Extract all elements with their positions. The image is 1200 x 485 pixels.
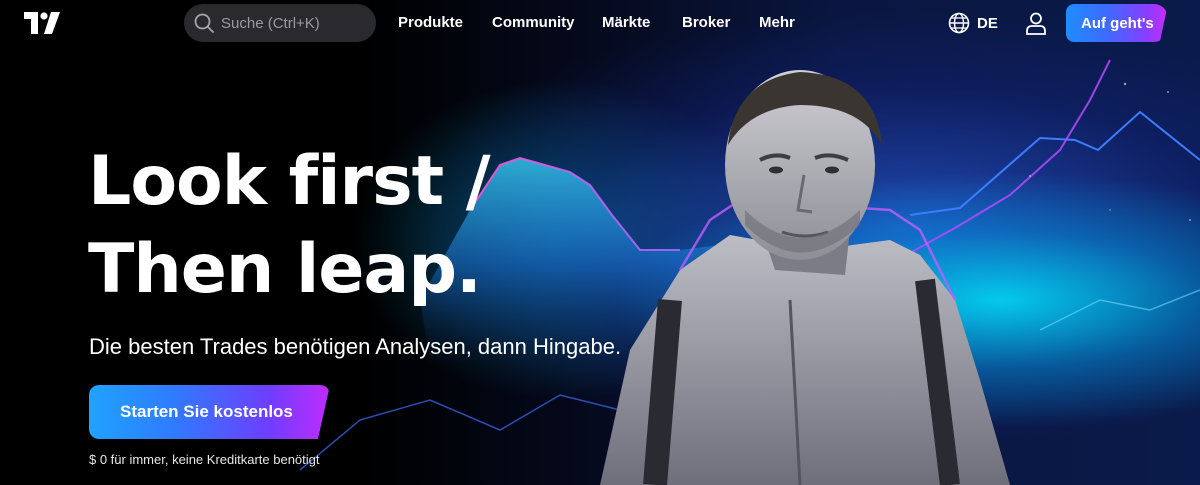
nav-broker[interactable]: Broker [682,14,730,31]
user-icon[interactable] [1024,11,1048,35]
nav-produkte[interactable]: Produkte [398,14,463,31]
search-box[interactable] [184,4,376,42]
hero-subtitle: Die besten Trades benötigen Analysen, da… [89,334,622,359]
hero-person-image [600,70,1010,485]
page: Produkte Community Märkte Broker Mehr DE… [0,0,1200,485]
search-input[interactable] [221,14,361,32]
hero-headline: Look first / Then leap. [88,138,491,314]
tradingview-logo[interactable] [24,12,60,34]
pricing-note: $ 0 für immer, keine Kreditkarte benötig… [89,452,320,467]
nav-maerkte[interactable]: Märkte [602,14,650,31]
language-selector[interactable]: DE [948,12,998,34]
search-icon [194,13,214,33]
language-label: DE [977,14,998,32]
globe-icon [948,12,970,34]
nav-community[interactable]: Community [492,14,575,31]
nav-mehr[interactable]: Mehr [759,14,795,31]
get-started-header-button[interactable]: Auf geht's [1066,4,1168,42]
headline-line-2: Then leap. [88,230,482,309]
headline-line-1: Look first / [88,142,491,221]
start-free-button[interactable]: Starten Sie kostenlos [89,385,330,439]
top-navigation: Produkte Community Märkte Broker Mehr DE… [0,0,1200,46]
